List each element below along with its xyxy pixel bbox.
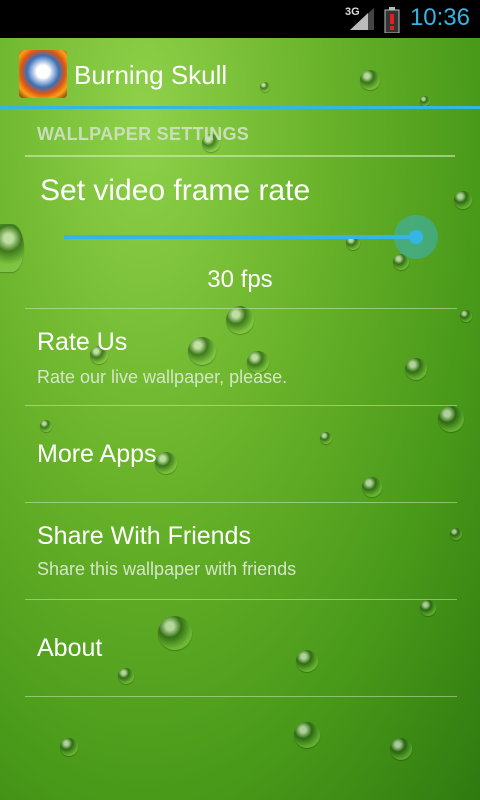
slider-thumb[interactable] bbox=[409, 230, 423, 244]
skull-app-icon[interactable] bbox=[19, 50, 67, 98]
about-item[interactable]: About bbox=[0, 600, 480, 696]
frame-rate-slider[interactable] bbox=[64, 235, 416, 239]
rate-us-item[interactable]: Rate Us Rate our live wallpaper, please. bbox=[0, 309, 480, 405]
more-apps-title: More Apps bbox=[37, 440, 157, 468]
action-bar-divider bbox=[0, 106, 480, 109]
status-bar: 3G 10:36 bbox=[0, 0, 480, 38]
more-apps-item[interactable]: More Apps bbox=[0, 406, 480, 502]
frame-rate-value: 30 fps bbox=[207, 266, 273, 293]
frame-rate-title: Set video frame rate bbox=[40, 174, 311, 207]
status-time: 10:36 bbox=[409, 4, 470, 31]
action-bar: Burning Skull bbox=[0, 38, 480, 108]
share-title: Share With Friends bbox=[37, 522, 251, 550]
rate-us-title: Rate Us bbox=[37, 328, 128, 356]
rate-us-summary: Rate our live wallpaper, please. bbox=[37, 367, 288, 387]
battery-alert-icon bbox=[384, 7, 400, 33]
app-title: Burning Skull bbox=[74, 60, 228, 90]
about-title: About bbox=[37, 634, 103, 662]
share-with-friends-item[interactable]: Share With Friends Share this wallpaper … bbox=[0, 503, 480, 599]
signal-strength-icon bbox=[350, 8, 374, 30]
section-divider bbox=[25, 155, 455, 157]
divider bbox=[25, 696, 457, 697]
section-header: WALLPAPER SETTINGS bbox=[37, 124, 250, 144]
share-summary: Share this wallpaper with friends bbox=[37, 559, 297, 579]
